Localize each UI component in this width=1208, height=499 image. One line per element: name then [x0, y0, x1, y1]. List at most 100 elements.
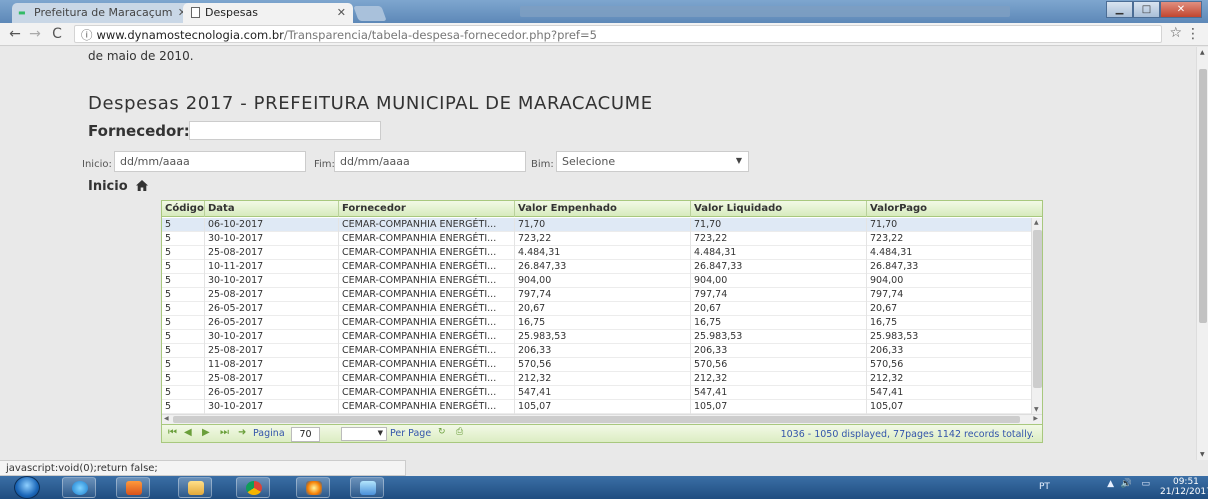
first-page-icon[interactable]: ⏮	[168, 427, 177, 438]
table-row[interactable]: 5 26-05-2017 CEMAR-COMPANHIA ENERGÉTI... 20…	[162, 302, 1031, 316]
new-tab-button[interactable]	[353, 6, 387, 21]
paint-icon[interactable]	[296, 477, 330, 498]
address-bar: ← → C ⓘ www.dynamostecnologia.com.br/Tran…	[0, 23, 1208, 46]
start-date-input[interactable]: dd/mm/aaaa	[114, 151, 306, 172]
bim-selected-value: Selecione	[562, 155, 616, 168]
file-explorer-icon[interactable]	[178, 477, 212, 498]
column-header-codigo[interactable]: Código	[162, 201, 204, 217]
table-cell: 5	[165, 261, 172, 272]
column-header-valor-empenhado[interactable]: Valor Empenhado	[514, 201, 690, 217]
table-row[interactable]: 5 30-10-2017 CEMAR-COMPANHIA ENERGÉTI... 25…	[162, 330, 1031, 344]
page-number-input[interactable]: 70	[291, 427, 320, 442]
go-arrow-icon[interactable]: ➜	[238, 427, 246, 438]
table-row[interactable]: 5 06-10-2017 CEMAR-COMPANHIA ENERGÉTI... 71…	[162, 218, 1031, 232]
table-row[interactable]: 5 26-05-2017 CEMAR-COMPANHIA ENERGÉTI... 16…	[162, 316, 1031, 330]
table-cell: CEMAR-COMPANHIA ENERGÉTI...	[338, 358, 514, 372]
print-icon[interactable]: ⎙	[456, 427, 463, 437]
table-row[interactable]: 5 25-08-2017 CEMAR-COMPANHIA ENERGÉTI... 21…	[162, 372, 1031, 386]
url-input[interactable]: ⓘ www.dynamostecnologia.com.br/Transparen…	[74, 25, 1162, 43]
table-row[interactable]: 5 30-10-2017 CEMAR-COMPANHIA ENERGÉTI... 72…	[162, 232, 1031, 246]
language-indicator[interactable]: PT	[1039, 482, 1050, 492]
tab-despesas[interactable]: Despesas ✕	[183, 3, 353, 23]
table-cell: 16,75	[690, 316, 866, 330]
scroll-left-icon[interactable]: ◀	[164, 415, 169, 422]
table-row[interactable]: 5 11-08-2017 CEMAR-COMPANHIA ENERGÉTI... 57…	[162, 358, 1031, 372]
close-window-button[interactable]: ✕	[1160, 1, 1202, 18]
reload-icon[interactable]: C	[48, 25, 66, 43]
back-arrow-icon[interactable]: ←	[6, 25, 24, 43]
table-row[interactable]: 5 30-10-2017 CEMAR-COMPANHIA ENERGÉTI... 90…	[162, 274, 1031, 288]
table-cell: 25.983,53	[514, 330, 690, 344]
table-row[interactable]: 5 10-11-2017 CEMAR-COMPANHIA ENERGÉTI... 26…	[162, 260, 1031, 274]
table-cell: CEMAR-COMPANHIA ENERGÉTI...	[338, 330, 514, 344]
clock[interactable]: 09:51 21/12/2017	[1160, 477, 1208, 497]
network-icon[interactable]: ▭	[1141, 479, 1150, 489]
table-cell: 5	[165, 233, 172, 244]
column-header-valor-liquidado[interactable]: Valor Liquidado	[690, 201, 866, 217]
per-page-select[interactable]: ▼	[341, 427, 387, 441]
start-button-icon[interactable]	[14, 476, 40, 499]
column-header-fornecedor[interactable]: Fornecedor	[338, 201, 514, 217]
forward-arrow-icon[interactable]: →	[26, 25, 44, 43]
supplier-input[interactable]	[189, 121, 381, 140]
volume-icon[interactable]: 🔊	[1121, 479, 1132, 489]
info-icon[interactable]: ⓘ	[81, 28, 93, 42]
table-row[interactable]: 5 25-08-2017 CEMAR-COMPANHIA ENERGÉTI... 4.…	[162, 246, 1031, 260]
supplier-label: Fornecedor:	[88, 122, 190, 140]
column-header-valor-pago[interactable]: ValorPago	[866, 201, 1042, 217]
image-viewer-icon[interactable]	[350, 477, 384, 498]
home-link[interactable]: Inicio	[88, 179, 149, 194]
tray-arrow-icon[interactable]: ▲	[1107, 479, 1114, 489]
chrome-icon[interactable]	[236, 477, 270, 498]
page-vertical-scrollbar[interactable]: ▲ ▼	[1196, 47, 1208, 460]
table-row[interactable]: 5 30-10-2017 CEMAR-COMPANHIA ENERGÉTI... 10…	[162, 400, 1031, 414]
table-cell: 5	[165, 401, 172, 412]
grid-vertical-scrollbar[interactable]: ▲ ▼	[1031, 218, 1042, 414]
table-cell: 904,00	[866, 274, 1031, 288]
previous-page-icon[interactable]: ◀	[184, 427, 192, 438]
table-cell: 26.847,33	[514, 260, 690, 274]
table-cell: 30-10-2017	[204, 274, 338, 288]
menu-dots-icon[interactable]: ⋮	[1186, 26, 1200, 42]
scroll-down-icon[interactable]: ▼	[1200, 451, 1205, 458]
table-cell: 26-05-2017	[204, 302, 338, 316]
table-cell: 06-10-2017	[204, 218, 338, 232]
records-summary: 1036 - 1050 displayed, 77pages 1142 reco…	[780, 429, 1034, 440]
table-cell: 212,32	[514, 372, 690, 386]
bim-label: Bim:	[531, 159, 554, 170]
last-page-icon[interactable]: ⏭	[220, 427, 229, 438]
close-tab-icon[interactable]: ✕	[337, 6, 346, 19]
expenses-grid: Código Data Fornecedor Valor Empenhado V…	[161, 200, 1043, 443]
table-cell: CEMAR-COMPANHIA ENERGÉTI...	[338, 288, 514, 302]
scroll-up-icon[interactable]: ▲	[1200, 49, 1205, 56]
media-player-icon[interactable]	[116, 477, 150, 498]
scroll-up-icon[interactable]: ▲	[1034, 219, 1039, 226]
next-page-icon[interactable]: ▶	[202, 427, 210, 438]
bim-select[interactable]: Selecione ▼	[556, 151, 749, 172]
bookmark-star-icon[interactable]: ☆	[1169, 25, 1182, 41]
minimize-button[interactable]: ▁	[1106, 1, 1133, 18]
table-cell: 20,67	[514, 302, 690, 316]
column-header-data[interactable]: Data	[204, 201, 338, 217]
end-date-input[interactable]: dd/mm/aaaa	[334, 151, 526, 172]
grid-horizontal-scrollbar[interactable]: ◀ ▶	[162, 414, 1042, 424]
tab-prefeitura[interactable]: ▬ Prefeitura de Maracaçum ✕	[12, 3, 194, 23]
scroll-right-icon[interactable]: ▶	[1033, 415, 1038, 422]
table-cell: 11-08-2017	[204, 358, 338, 372]
per-page-label: Per Page	[390, 428, 432, 439]
maximize-button[interactable]: □	[1133, 1, 1160, 18]
table-cell: 5	[165, 275, 172, 286]
table-cell: 5	[165, 373, 172, 384]
refresh-icon[interactable]: ↻	[438, 427, 446, 437]
scroll-down-icon[interactable]: ▼	[1034, 406, 1039, 413]
grid-vertical-scroll-thumb[interactable]	[1033, 230, 1042, 388]
grid-horizontal-scroll-thumb[interactable]	[173, 416, 1020, 423]
table-row[interactable]: 5 25-08-2017 CEMAR-COMPANHIA ENERGÉTI... 20…	[162, 344, 1031, 358]
table-row[interactable]: 5 25-08-2017 CEMAR-COMPANHIA ENERGÉTI... 79…	[162, 288, 1031, 302]
table-cell: 16,75	[514, 316, 690, 330]
page-scroll-thumb[interactable]	[1199, 69, 1207, 323]
table-cell: 25-08-2017	[204, 372, 338, 386]
clock-time: 09:51	[1172, 477, 1199, 487]
table-row[interactable]: 5 26-05-2017 CEMAR-COMPANHIA ENERGÉTI... 54…	[162, 386, 1031, 400]
internet-explorer-icon[interactable]	[62, 477, 96, 498]
